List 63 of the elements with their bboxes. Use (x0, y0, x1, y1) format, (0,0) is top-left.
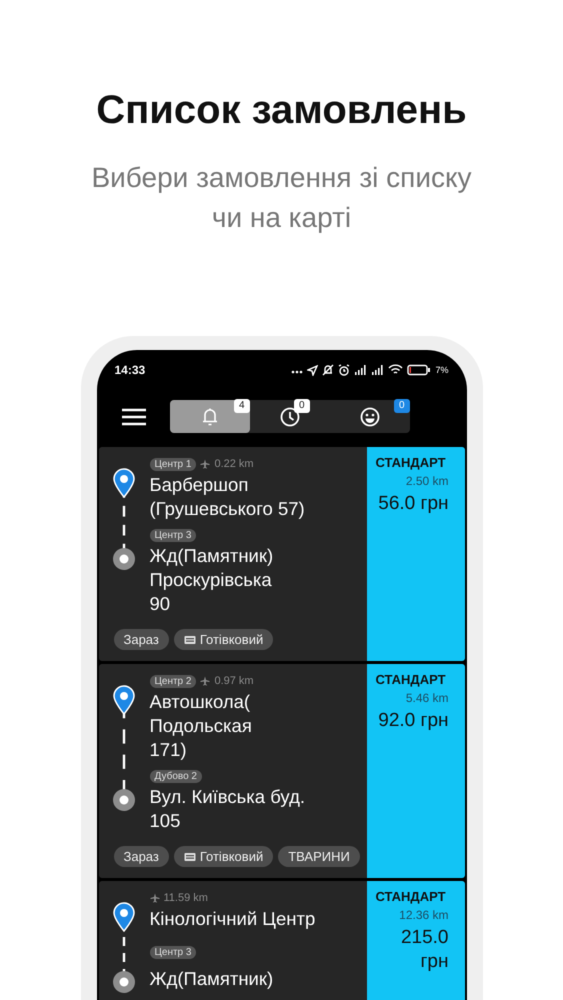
zone-label: Центр 1 (150, 458, 196, 470)
tag-chip: Готівковий (174, 846, 274, 867)
dropoff-address: Жд(Памятник) Проскурівська 90 (150, 544, 274, 616)
trip-distance: 5.46 km (404, 691, 448, 705)
tag-chip: ТВАРИНИ (278, 846, 360, 867)
signal-icon (354, 364, 368, 376)
dropoff-address: Вул. Київська буд. 105 (150, 785, 306, 833)
location-pin-icon (112, 468, 136, 498)
trip-distance: 2.50 km (404, 474, 448, 488)
wifi-icon (388, 364, 404, 376)
alarm-icon (338, 364, 350, 376)
count-badge: 4 (234, 399, 250, 413)
zone-label: Центр 2 (150, 674, 196, 688)
distance-text: 11.59 km (164, 892, 208, 904)
menu-icon[interactable] (120, 406, 146, 426)
bell-icon (200, 406, 218, 426)
distance-text: 0.97 km (214, 675, 254, 687)
distance-text: 0.22 km (214, 458, 254, 470)
car-class: СТАНДАРТ (374, 455, 447, 470)
dropoff-address: Жд(Памятник) (150, 967, 274, 991)
plane-icon (200, 459, 210, 469)
count-badge: 0 (394, 399, 410, 413)
tag-chip: Зараз (114, 629, 169, 650)
cash-icon (184, 634, 196, 644)
destination-dot-icon (112, 970, 136, 994)
destination-dot-icon (112, 547, 136, 571)
destination-dot-icon (112, 788, 136, 812)
page-subtitle: Вибери замовлення зі списку чи на карті (90, 161, 473, 235)
order-card[interactable]: 11.59 km Кінологічний Центр Центр 3 Жд(Памятник) СТАНДАРТ 12.36 km 215.0 грн (98, 881, 464, 1000)
car-class: СТАНДАРТ (374, 672, 447, 687)
tab[interactable]: 4 (170, 400, 250, 433)
tab[interactable]: 0 (250, 400, 330, 433)
status-time: 14:33 (114, 363, 146, 377)
battery-icon (407, 364, 432, 376)
order-card[interactable]: Центр 1 0.22 km Барбершоп (Грушевського 57) Центр 3 Жд(Памятник) Проскурівська 90 Зараз Готівковий СТАНДАРТ 2.50 km 56.0 грн (98, 447, 464, 661)
bell-off-icon (322, 364, 334, 376)
tag-chip: Зараз (114, 846, 169, 867)
plane-icon (150, 893, 160, 903)
plane-icon (200, 676, 210, 686)
pickup-address: Кінологічний Центр (150, 907, 316, 931)
cash-icon (184, 852, 196, 862)
pickup-address: Барбершоп (Грушевського 57) (150, 473, 306, 521)
clock-icon (280, 406, 300, 426)
pickup-address: Автошкола( Подольская 171) (150, 690, 253, 762)
count-badge: 0 (294, 399, 310, 413)
page-title: Список замовлень (96, 87, 467, 134)
price-text: 56.0 грн (377, 492, 448, 516)
signal-icon (371, 364, 384, 376)
car-class: СТАНДАРТ (374, 889, 447, 904)
battery-percent: 7% (435, 365, 448, 375)
order-card[interactable]: Центр 2 0.97 km Автошкола( Подольская 171) Дубово 2 Вул. Київська буд. 105 Зараз Готівковий ТВАРИНИ СТАНДАРТ 5.46 km 92.0 грн (98, 664, 464, 878)
zone-label: Центр 3 (150, 528, 196, 542)
tag-chip: Готівковий (174, 629, 274, 650)
trip-distance: 12.36 km (398, 908, 448, 922)
price-text: 92.0 грн (377, 709, 448, 733)
tab[interactable]: 0 (330, 400, 410, 433)
location-arrow-icon (307, 364, 318, 376)
price-text: 215.0 грн (400, 926, 448, 974)
location-pin-icon (112, 685, 136, 715)
zone-label: Дубово 2 (150, 770, 202, 782)
location-pin-icon (112, 902, 136, 932)
zone-label: Центр 3 (150, 946, 196, 958)
smiley-icon (360, 406, 380, 426)
